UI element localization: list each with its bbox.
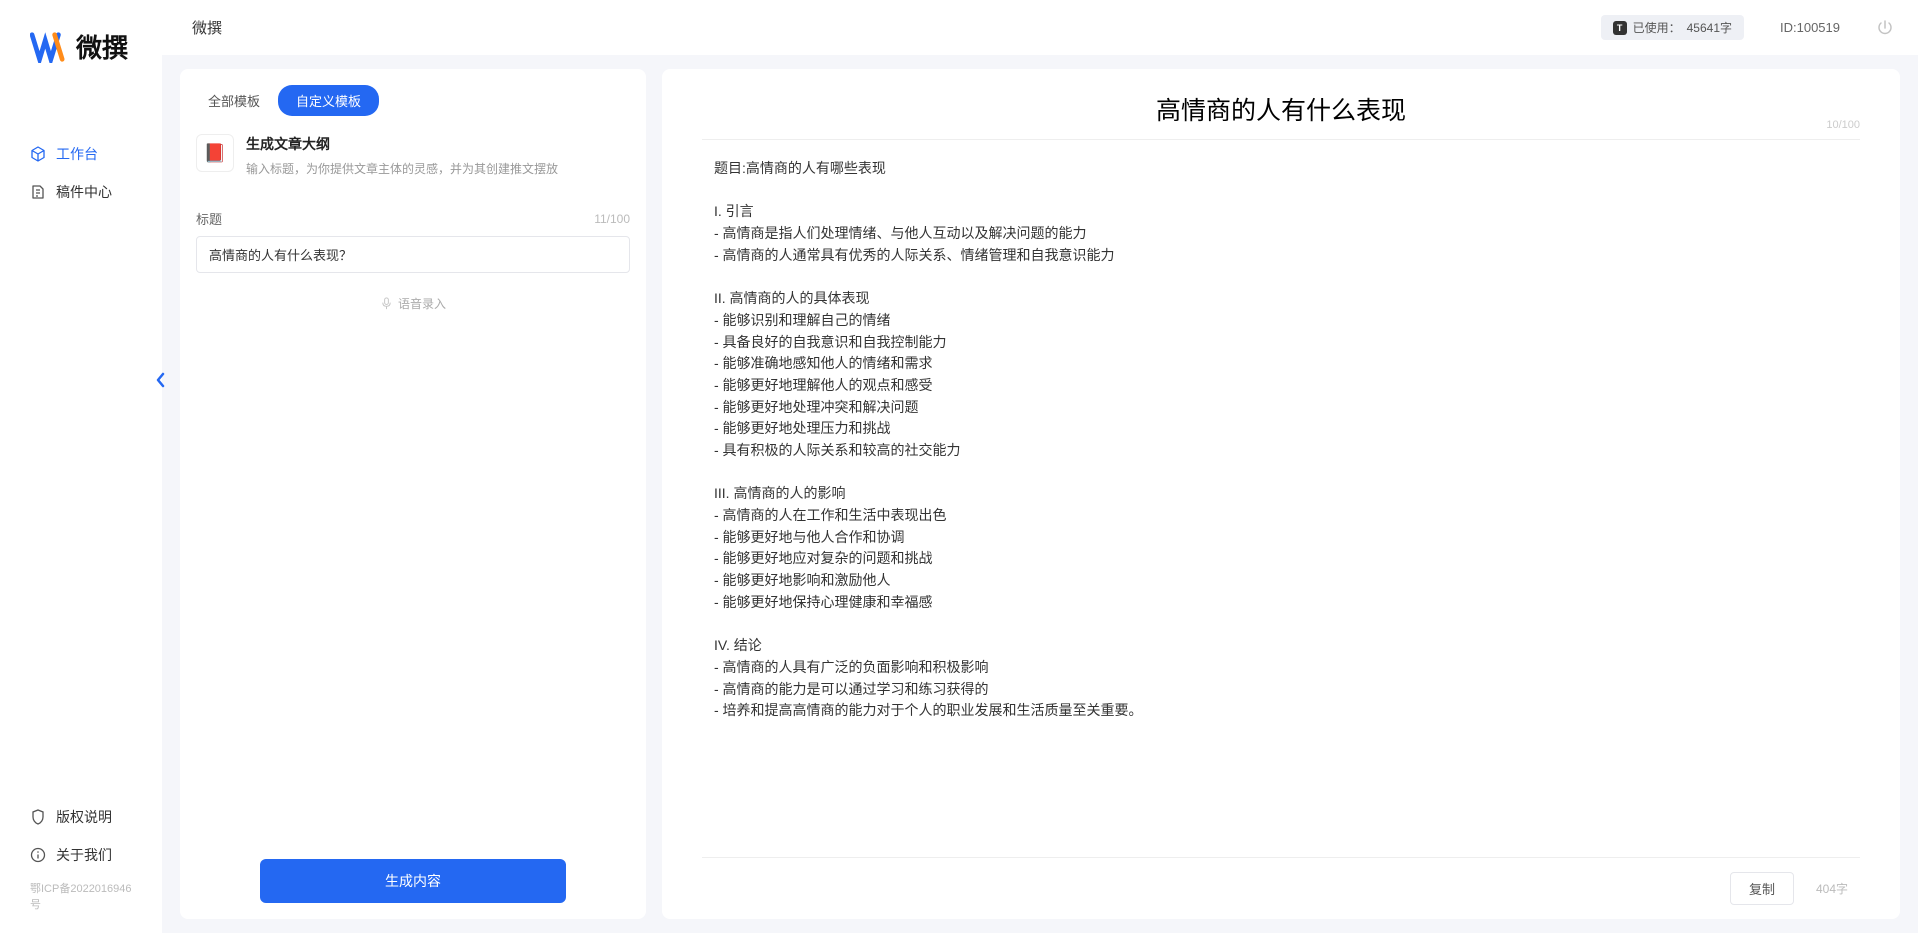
tab-all-templates[interactable]: 全部模板 <box>190 85 278 116</box>
usage-badge[interactable]: T 已使用： 45641字 <box>1601 15 1744 40</box>
output-header: 高情商的人有什么表现 10/100 <box>702 91 1860 140</box>
usage-value: 45641字 <box>1687 19 1732 36</box>
template-info: 生成文章大纲 输入标题，为你提供文章主体的灵感，并为其创建推文摆放 <box>246 134 630 177</box>
logo-icon <box>30 31 68 63</box>
usage-label: 已使用： <box>1633 19 1681 36</box>
user-id: ID:100519 <box>1780 20 1840 35</box>
template-desc: 输入标题，为你提供文章主体的灵感，并为其创建推文摆放 <box>246 160 630 177</box>
template-card: 📕 生成文章大纲 输入标题，为你提供文章主体的灵感，并为其创建推文摆放 <box>180 126 646 195</box>
output-footer: 复制 404字 <box>702 857 1860 919</box>
output-body[interactable]: 题目:高情商的人有哪些表现 I. 引言 - 高情商是指人们处理情绪、与他人互动以… <box>662 140 1900 857</box>
shield-icon <box>30 809 46 825</box>
header-right: T 已使用： 45641字 ID:100519 <box>1601 15 1894 40</box>
copy-button[interactable]: 复制 <box>1730 872 1794 905</box>
document-icon <box>30 184 46 200</box>
nav-drafts[interactable]: 稿件中心 <box>0 173 162 211</box>
power-icon[interactable] <box>1876 19 1894 37</box>
voice-input[interactable]: 语音录入 <box>196 295 630 312</box>
output-title-counter: 10/100 <box>1826 119 1860 131</box>
mic-icon <box>380 297 393 310</box>
main: 全部模板 自定义模板 📕 生成文章大纲 输入标题，为你提供文章主体的灵感，并为其… <box>162 55 1918 933</box>
header: 微撰 T 已使用： 45641字 ID:100519 <box>162 0 1918 55</box>
bottom-label: 关于我们 <box>56 845 112 865</box>
template-tabs: 全部模板 自定义模板 <box>180 69 646 126</box>
generate-button[interactable]: 生成内容 <box>260 859 566 903</box>
template-panel: 全部模板 自定义模板 📕 生成文章大纲 输入标题，为你提供文章主体的灵感，并为其… <box>180 69 646 919</box>
logo[interactable]: 微撰 <box>0 0 162 85</box>
template-title: 生成文章大纲 <box>246 134 630 154</box>
output-word-count: 404字 <box>1816 880 1848 897</box>
logo-text: 微撰 <box>76 28 128 65</box>
nav-about[interactable]: 关于我们 <box>0 836 162 874</box>
nav-label: 工作台 <box>56 144 98 164</box>
page-title: 微撰 <box>192 17 222 38</box>
icp-text: 鄂ICP备2022016946号 <box>0 874 162 918</box>
form-section: 标题 11/100 语音录入 <box>180 195 646 326</box>
text-icon: T <box>1613 21 1627 35</box>
output-title[interactable]: 高情商的人有什么表现 <box>742 91 1820 127</box>
bottom-label: 版权说明 <box>56 807 112 827</box>
sidebar-nav: 工作台 稿件中心 <box>0 135 162 798</box>
sidebar: 微撰 工作台 稿件中心 版权说明 <box>0 0 162 933</box>
nav-copyright[interactable]: 版权说明 <box>0 798 162 836</box>
sidebar-bottom: 版权说明 关于我们 鄂ICP备2022016946号 <box>0 798 162 933</box>
output-panel: 高情商的人有什么表现 10/100 题目:高情商的人有哪些表现 I. 引言 - … <box>662 69 1900 919</box>
nav-workspace[interactable]: 工作台 <box>0 135 162 173</box>
title-input[interactable] <box>196 236 630 273</box>
nav-label: 稿件中心 <box>56 182 112 202</box>
voice-hint: 语音录入 <box>398 295 446 312</box>
info-icon <box>30 847 46 863</box>
template-icon: 📕 <box>196 134 234 172</box>
tab-custom-templates[interactable]: 自定义模板 <box>278 85 379 116</box>
title-label: 标题 <box>196 209 222 228</box>
cube-icon <box>30 146 46 162</box>
title-counter: 11/100 <box>594 212 630 226</box>
